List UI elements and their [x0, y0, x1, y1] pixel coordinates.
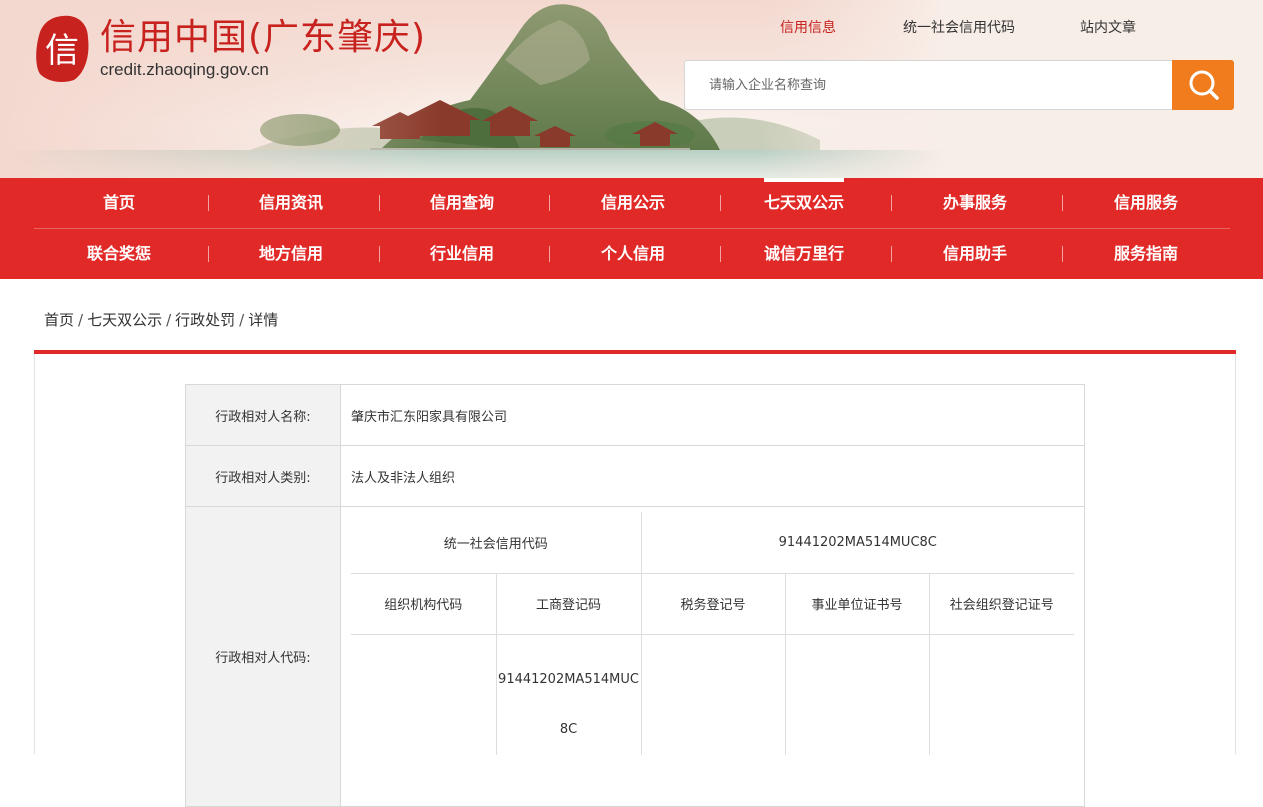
- detail-row-name: 行政相对人名称: 肇庆市汇东阳家具有限公司: [185, 384, 1085, 446]
- value-institution-cert-no: [785, 634, 930, 755]
- nav-row-1: 首页 信用资讯 信用查询 信用公示 七天双公示 办事服务 信用服务: [34, 178, 1230, 228]
- nav-item-credit-assistant[interactable]: 信用助手: [890, 229, 1060, 279]
- detail-row-code: 行政相对人代码: 统一社会信用代码 91441202MA514MUC8C 组织机…: [185, 506, 1085, 807]
- search-button[interactable]: [1172, 60, 1234, 110]
- search-icon: [1189, 70, 1219, 100]
- breadcrumb-penalty[interactable]: 行政处罚: [175, 311, 235, 329]
- breadcrumb-separator: /: [166, 311, 172, 329]
- search-box: [684, 60, 1234, 110]
- site-url: credit.zhaoqing.gov.cn: [100, 60, 269, 79]
- header-social-org-reg-no: 社会组织登记证号: [929, 573, 1074, 635]
- nav-item-credit-news[interactable]: 信用资讯: [206, 178, 376, 228]
- header-tax-reg-no: 税务登记号: [641, 573, 786, 635]
- breadcrumb-seven-day[interactable]: 七天双公示: [87, 311, 162, 329]
- nav-item-personal-credit[interactable]: 个人信用: [548, 229, 718, 279]
- value-business-reg-code: 91441202MA514MUC8C: [496, 634, 642, 755]
- top-link-uscc[interactable]: 统一社会信用代码: [903, 17, 1015, 37]
- nav-row-2: 联合奖惩 地方信用 行业信用 个人信用 诚信万里行 信用助手 服务指南: [34, 229, 1230, 279]
- header-business-reg-code: 工商登记码: [496, 573, 642, 635]
- breadcrumb-separator: /: [239, 311, 245, 329]
- value-party-category: 法人及非法人组织: [340, 445, 1085, 507]
- value-social-org-reg-no: [929, 634, 1074, 755]
- breadcrumb-home[interactable]: 首页: [44, 311, 74, 329]
- value-tax-reg-no: [641, 634, 786, 755]
- breadcrumb: 首页 / 七天双公示 / 行政处罚 / 详情: [44, 309, 278, 330]
- site-header: 信 信用中国(广东肇庆) credit.zhaoqing.gov.cn 信用信息…: [0, 0, 1263, 178]
- site-logo[interactable]: 信: [34, 14, 90, 84]
- nav-item-home[interactable]: 首页: [34, 178, 204, 228]
- nav-item-joint-rewards[interactable]: 联合奖惩: [34, 229, 204, 279]
- detail-table: 行政相对人名称: 肇庆市汇东阳家具有限公司 行政相对人类别: 法人及非法人组织 …: [185, 384, 1085, 807]
- logo-character: 信: [45, 31, 79, 71]
- top-link-credit-info[interactable]: 信用信息: [780, 17, 836, 37]
- nav-item-service-guide[interactable]: 服务指南: [1061, 229, 1231, 279]
- detail-row-category: 行政相对人类别: 法人及非法人组织: [185, 445, 1085, 507]
- nav-item-credit-services[interactable]: 信用服务: [1061, 178, 1231, 228]
- nav-item-services[interactable]: 办事服务: [890, 178, 1060, 228]
- codes-subtable: 统一社会信用代码 91441202MA514MUC8C 组织机构代码 工商登记码…: [351, 512, 1074, 755]
- header-institution-cert-no: 事业单位证书号: [785, 573, 930, 635]
- main-nav: 首页 信用资讯 信用查询 信用公示 七天双公示 办事服务 信用服务 联合奖惩 地…: [0, 178, 1263, 279]
- nav-item-integrity-journey[interactable]: 诚信万里行: [719, 229, 889, 279]
- nav-item-local-credit[interactable]: 地方信用: [206, 229, 376, 279]
- header-org-code: 组织机构代码: [351, 573, 497, 635]
- label-party-code: 行政相对人代码:: [185, 506, 341, 807]
- value-party-code: 统一社会信用代码 91441202MA514MUC8C 组织机构代码 工商登记码…: [340, 506, 1085, 807]
- site-title: 信用中国(广东肇庆): [100, 17, 427, 58]
- breadcrumb-separator: /: [78, 311, 84, 329]
- nav-item-industry-credit[interactable]: 行业信用: [377, 229, 547, 279]
- top-link-articles[interactable]: 站内文章: [1080, 17, 1136, 37]
- nav-item-seven-day[interactable]: 七天双公示: [719, 178, 889, 228]
- uscc-value: 91441202MA514MUC8C: [641, 512, 1074, 574]
- nav-item-credit-publicity[interactable]: 信用公示: [548, 178, 718, 228]
- nav-item-credit-query[interactable]: 信用查询: [377, 178, 547, 228]
- value-party-name: 肇庆市汇东阳家具有限公司: [340, 384, 1085, 446]
- uscc-label: 统一社会信用代码: [351, 512, 642, 574]
- value-org-code: [351, 634, 497, 755]
- breadcrumb-current: 详情: [248, 311, 279, 329]
- search-input[interactable]: [685, 61, 1173, 109]
- label-party-category: 行政相对人类别:: [185, 445, 341, 507]
- label-party-name: 行政相对人名称:: [185, 384, 341, 446]
